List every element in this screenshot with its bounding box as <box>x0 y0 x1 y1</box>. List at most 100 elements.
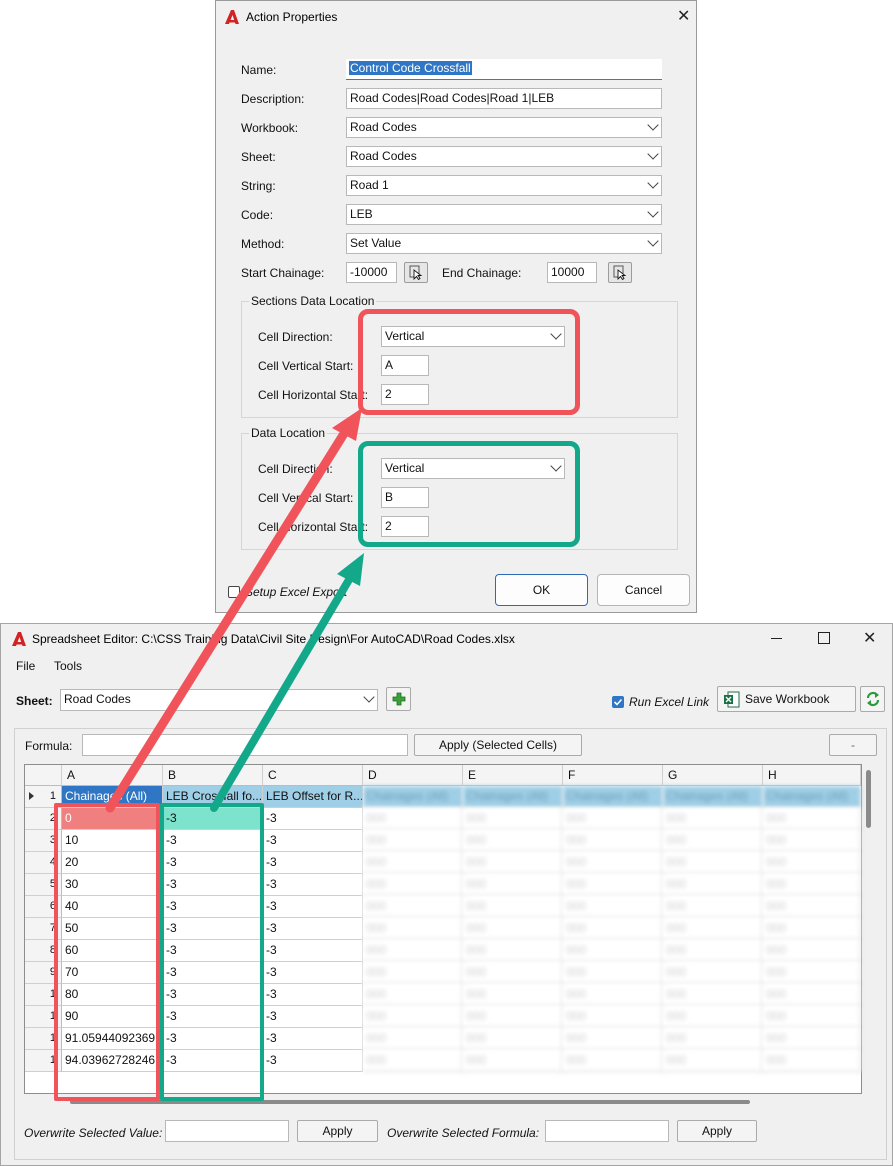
table-cell[interactable]: -3 <box>263 984 363 1006</box>
row-header[interactable]: 1 <box>25 1006 62 1028</box>
table-cell-obscured[interactable]: 000 <box>763 852 861 874</box>
column-header-f[interactable]: F <box>563 765 663 786</box>
table-cell[interactable]: 80 <box>62 984 163 1006</box>
table-cell-obscured[interactable]: 000 <box>463 808 563 830</box>
table-cell-obscured[interactable]: 000 <box>463 1050 563 1072</box>
table-cell-obscured[interactable]: 000 <box>463 852 563 874</box>
row-header[interactable]: 4 <box>25 852 62 874</box>
column-header-a[interactable]: A <box>62 765 163 786</box>
table-cell[interactable]: -3 <box>163 852 263 874</box>
table-cell-obscured[interactable]: 000 <box>763 1006 861 1028</box>
table-cell-obscured[interactable]: 000 <box>463 1028 563 1050</box>
run-excel-link-checkbox[interactable] <box>612 696 624 708</box>
horizontal-scrollbar[interactable] <box>70 1100 750 1104</box>
table-cell-obscured[interactable]: 000 <box>663 1006 763 1028</box>
minimize-icon[interactable] <box>771 638 782 639</box>
table-cell[interactable]: -3 <box>263 1050 363 1072</box>
row-header[interactable]: 7 <box>25 918 62 940</box>
table-cell-obscured[interactable]: 000 <box>563 896 663 918</box>
header-cell[interactable]: Chainages (All) <box>62 786 163 808</box>
column-header-h[interactable]: H <box>763 765 861 786</box>
table-cell[interactable]: -3 <box>163 984 263 1006</box>
name-field[interactable]: Control Code Crossfall <box>346 59 662 80</box>
table-cell-obscured[interactable]: 000 <box>363 984 463 1006</box>
apply-formula-button[interactable]: Apply <box>677 1120 757 1142</box>
close-icon[interactable]: ✕ <box>863 628 876 648</box>
table-cell[interactable]: -3 <box>163 918 263 940</box>
end-chainage-field[interactable]: 10000 <box>547 262 597 283</box>
table-cell-obscured[interactable]: 000 <box>363 874 463 896</box>
row-header[interactable]: 1 <box>25 1028 62 1050</box>
table-cell-obscured[interactable]: 000 <box>763 1028 861 1050</box>
table-cell-obscured[interactable]: 000 <box>463 830 563 852</box>
refresh-button[interactable] <box>860 686 885 712</box>
table-cell-obscured[interactable]: 000 <box>363 1028 463 1050</box>
table-cell[interactable]: -3 <box>263 874 363 896</box>
table-cell-obscured[interactable]: 000 <box>763 808 861 830</box>
table-cell-obscured[interactable]: 000 <box>663 918 763 940</box>
table-cell-obscured[interactable]: 000 <box>763 918 861 940</box>
table-cell[interactable]: -3 <box>163 940 263 962</box>
code-select[interactable]: LEB <box>346 204 662 225</box>
table-cell-obscured[interactable]: 000 <box>463 896 563 918</box>
table-cell[interactable]: 30 <box>62 874 163 896</box>
workbook-select[interactable]: Road Codes <box>346 117 662 138</box>
table-cell-obscured[interactable]: 000 <box>563 984 663 1006</box>
pick-end-chainage-button[interactable] <box>608 262 632 283</box>
table-cell-obscured[interactable]: 000 <box>563 808 663 830</box>
table-cell[interactable]: 90 <box>62 1006 163 1028</box>
table-cell[interactable]: -3 <box>263 918 363 940</box>
table-cell[interactable]: 20 <box>62 852 163 874</box>
row-header[interactable]: 5 <box>25 874 62 896</box>
table-cell[interactable]: -3 <box>263 940 363 962</box>
table-cell-obscured[interactable]: 000 <box>563 1006 663 1028</box>
table-cell-obscured[interactable]: 000 <box>663 830 763 852</box>
ok-button[interactable]: OK <box>495 574 588 606</box>
table-cell[interactable]: -3 <box>263 830 363 852</box>
column-header-c[interactable]: C <box>263 765 363 786</box>
table-cell-obscured[interactable]: 000 <box>463 1006 563 1028</box>
table-cell-obscured[interactable]: 000 <box>763 830 861 852</box>
header-cell-obscured[interactable]: Chainages (All) <box>463 786 563 808</box>
row-header[interactable]: 1 <box>25 984 62 1006</box>
table-cell[interactable]: 70 <box>62 962 163 984</box>
apply-value-button[interactable]: Apply <box>297 1120 378 1142</box>
table-cell[interactable]: -3 <box>263 962 363 984</box>
table-cell-obscured[interactable]: 000 <box>763 940 861 962</box>
row-header[interactable]: 2 <box>25 808 62 830</box>
data-vertical-start-field[interactable]: B <box>381 487 429 508</box>
table-cell[interactable]: -3 <box>263 1006 363 1028</box>
menu-file[interactable]: File <box>16 659 35 673</box>
string-select[interactable]: Road 1 <box>346 175 662 196</box>
column-header-d[interactable]: D <box>363 765 463 786</box>
row-header[interactable]: 8 <box>25 940 62 962</box>
table-cell-obscured[interactable]: 000 <box>363 830 463 852</box>
table-cell-obscured[interactable]: 000 <box>363 918 463 940</box>
table-cell-obscured[interactable]: 000 <box>663 962 763 984</box>
table-cell[interactable]: 0 <box>62 808 163 830</box>
data-cell-direction-select[interactable]: Vertical <box>381 458 565 479</box>
vertical-scrollbar[interactable] <box>866 770 871 828</box>
maximize-icon[interactable] <box>818 632 830 644</box>
formula-input[interactable] <box>82 734 408 756</box>
save-workbook-button[interactable]: Save Workbook <box>717 686 856 712</box>
method-select[interactable]: Set Value <box>346 233 662 254</box>
table-cell-obscured[interactable]: 000 <box>563 940 663 962</box>
table-cell-obscured[interactable]: 000 <box>363 852 463 874</box>
table-cell-obscured[interactable]: 000 <box>663 1028 763 1050</box>
header-cell-obscured[interactable]: Chainages (All) <box>663 786 763 808</box>
table-cell[interactable]: -3 <box>263 1028 363 1050</box>
sections-horizontal-start-field[interactable]: 2 <box>381 384 429 405</box>
table-cell-obscured[interactable]: 000 <box>563 1050 663 1072</box>
header-cell[interactable]: LEB Offset for R... <box>263 786 363 808</box>
menu-tools[interactable]: Tools <box>54 659 82 673</box>
table-cell-obscured[interactable]: 000 <box>563 918 663 940</box>
data-horizontal-start-field[interactable]: 2 <box>381 516 429 537</box>
overwrite-value-input[interactable] <box>165 1120 289 1142</box>
table-cell-obscured[interactable]: 000 <box>363 1050 463 1072</box>
table-cell-obscured[interactable]: 000 <box>663 874 763 896</box>
table-cell[interactable]: 10 <box>62 830 163 852</box>
table-cell-obscured[interactable]: 000 <box>363 896 463 918</box>
row-header[interactable]: 1 <box>25 786 62 808</box>
table-cell[interactable]: -3 <box>163 874 263 896</box>
